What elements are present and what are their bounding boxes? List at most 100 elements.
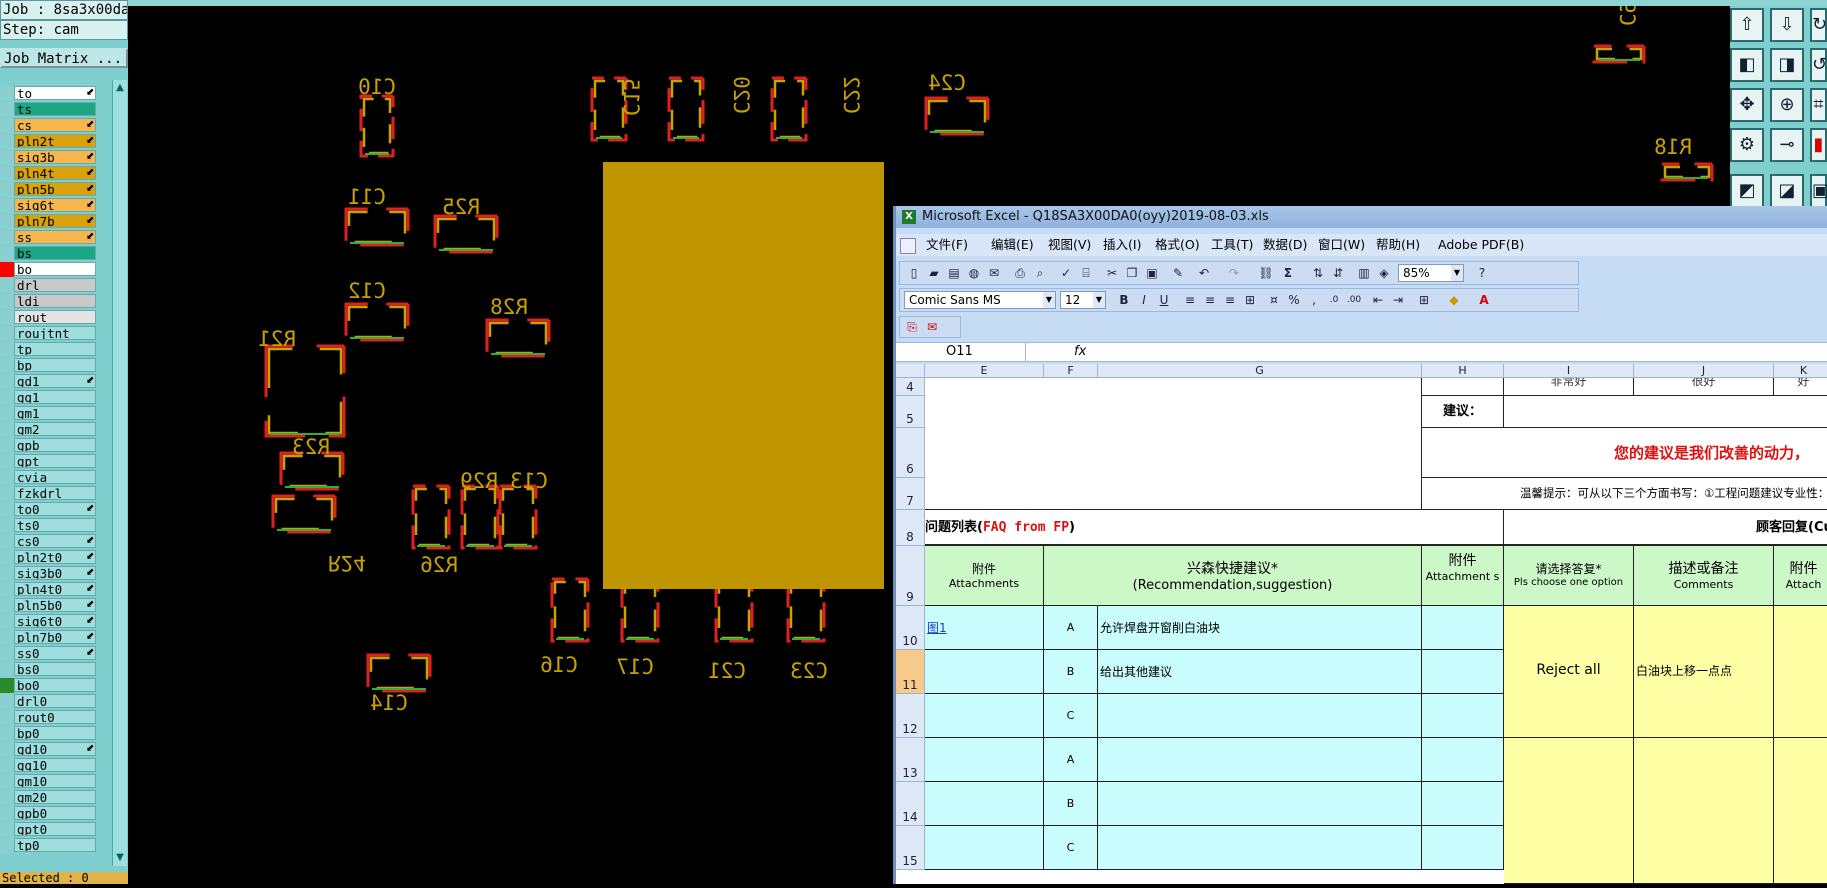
cell-e11[interactable] [925,650,1044,694]
layer-name[interactable]: to [14,86,96,100]
layer-swatch[interactable] [0,726,14,741]
r18-outline[interactable] [1663,165,1711,179]
layer-swatch[interactable] [0,278,14,293]
layer-row-gm1[interactable]: gm1 [0,406,112,421]
section-faq-title[interactable]: 问题列表(FAQ from FP) [925,510,1504,546]
layer-name[interactable]: gpt [14,454,96,468]
c14-pad[interactable] [366,653,432,693]
layer-row-gm20[interactable]: gm20 [0,790,112,805]
menu-view[interactable]: 视图(V) [1048,234,1091,256]
layer-name[interactable]: pln7b [14,214,96,228]
r25-pad[interactable] [433,214,499,254]
currency-icon[interactable]: ¤ [1266,292,1282,308]
header-attachments-3[interactable]: 附件 Attach [1774,546,1827,606]
cell-f14[interactable]: B [1044,782,1098,826]
layer-name[interactable]: ldi [14,294,96,308]
layer-swatch[interactable] [0,790,14,805]
c10-pad[interactable] [359,94,395,158]
layer-row-gpt0[interactable]: gpt0 [0,822,112,837]
layer-row-pln7b0[interactable]: pln7b0 ⬋ [0,630,112,645]
layer-row-ts0[interactable]: ts0 [0,518,112,533]
layer-name[interactable]: sig3b0 [14,566,96,580]
layer-swatch[interactable] [0,598,14,613]
chevron-down-icon[interactable]: ▼ [1043,292,1055,308]
align-right-icon[interactable]: ≡ [1222,292,1238,308]
layer-swatch[interactable] [0,678,14,693]
layer-swatch[interactable] [0,838,14,853]
layer-name[interactable]: gpt0 [14,822,96,836]
row-header-11[interactable]: 11 [896,650,925,694]
layer-name[interactable]: bs [14,246,96,260]
layer-name[interactable]: gg1 [14,390,96,404]
layer-name[interactable]: drl0 [14,694,96,708]
layer-row-ts[interactable]: ts [0,102,112,117]
cell-h4[interactable] [1422,378,1504,396]
r21-pad[interactable] [264,344,346,438]
c20-outline[interactable] [670,79,702,139]
layer-row-drl[interactable]: drl [0,278,112,293]
column-header-f[interactable]: F [1044,364,1098,378]
layer-name[interactable]: ss [14,230,96,244]
row-header-13[interactable]: 13 [896,738,925,782]
settings-icon[interactable]: ⚙ [1730,128,1764,162]
cell-e12[interactable] [925,694,1044,738]
layer-name[interactable]: bs0 [14,662,96,676]
highlight-icon[interactable]: ▮ [1810,128,1827,162]
doc-icon[interactable] [900,238,916,254]
percent-icon[interactable]: % [1286,292,1302,308]
underline-icon[interactable]: U [1156,292,1172,308]
increase-decimal-icon[interactable]: .0 [1326,292,1342,308]
c24-outline[interactable] [927,99,987,133]
decrease-decimal-icon[interactable]: .00 [1346,292,1362,308]
r26-pad[interactable] [460,484,500,550]
layer-swatch[interactable] [0,342,14,357]
layer-row-cs[interactable]: cs ⬋ [0,118,112,133]
layer-row-sig3b0[interactable]: sig3b0 ⬋ [0,566,112,581]
column-header-e[interactable]: E [925,364,1044,378]
c17-outline[interactable] [623,580,657,640]
undo-icon[interactable]: ↶ [1196,265,1212,281]
layer-row-bo0[interactable]: bo0 [0,678,112,693]
layer-swatch[interactable] [0,134,14,149]
layer-name[interactable]: tp0 [14,838,96,852]
layer-swatch[interactable] [0,710,14,725]
worksheet-grid[interactable]: E F G H I J K 4 5 6 7 8 9 10 11 12 13 14… [896,364,1827,884]
layer-swatch[interactable] [0,214,14,229]
layer-swatch[interactable] [0,566,14,581]
layer-swatch[interactable] [0,390,14,405]
column-header-h[interactable]: H [1422,364,1504,378]
layer-name[interactable]: gm20 [14,790,96,804]
layer-swatch[interactable] [0,326,14,341]
layer-row-gm10[interactable]: gm10 [0,774,112,789]
c11-outline[interactable] [347,210,407,244]
layer-name[interactable]: sig3b [14,150,96,164]
bold-icon[interactable]: B [1116,292,1132,308]
layer-swatch[interactable] [0,118,14,133]
layer-swatch[interactable] [0,630,14,645]
layer-name[interactable]: pln4t0 [14,582,96,596]
layer-swatch[interactable] [0,470,14,485]
cell-f11[interactable]: B [1044,650,1098,694]
display-icon[interactable]: ▣ [1810,174,1827,208]
measure-icon[interactable]: ⌗ [1810,88,1827,122]
layer-row-gpt[interactable]: gpt [0,454,112,469]
layer-swatch[interactable] [0,694,14,709]
redo-icon[interactable]: ↷ [1226,265,1242,281]
italic-icon[interactable]: I [1136,292,1152,308]
snapshot-icon[interactable]: ◩ [1730,174,1764,208]
layer-row-sig6t0[interactable]: sig6t0 ⬋ [0,614,112,629]
scroll-down-icon[interactable]: ▼ [114,852,126,864]
layer-row-roujtnt[interactable]: roujtnt [0,326,112,341]
layer-swatch[interactable] [0,102,14,117]
c13-pad[interactable] [411,484,451,550]
layer-row-gm2[interactable]: gm2 [0,422,112,437]
layer-name[interactable]: bp [14,358,96,372]
cell-h11[interactable] [1422,650,1504,694]
layer-row-bs[interactable]: bs [0,246,112,261]
c12-outline[interactable] [347,305,407,339]
c13-outline[interactable] [414,487,448,547]
layer-row-tp0[interactable]: tp0 [0,838,112,853]
layer-swatch[interactable] [0,198,14,213]
layer-row-rout0[interactable]: rout0 [0,710,112,725]
layer-row-sig6t[interactable]: sig6t ⬋ [0,198,112,213]
